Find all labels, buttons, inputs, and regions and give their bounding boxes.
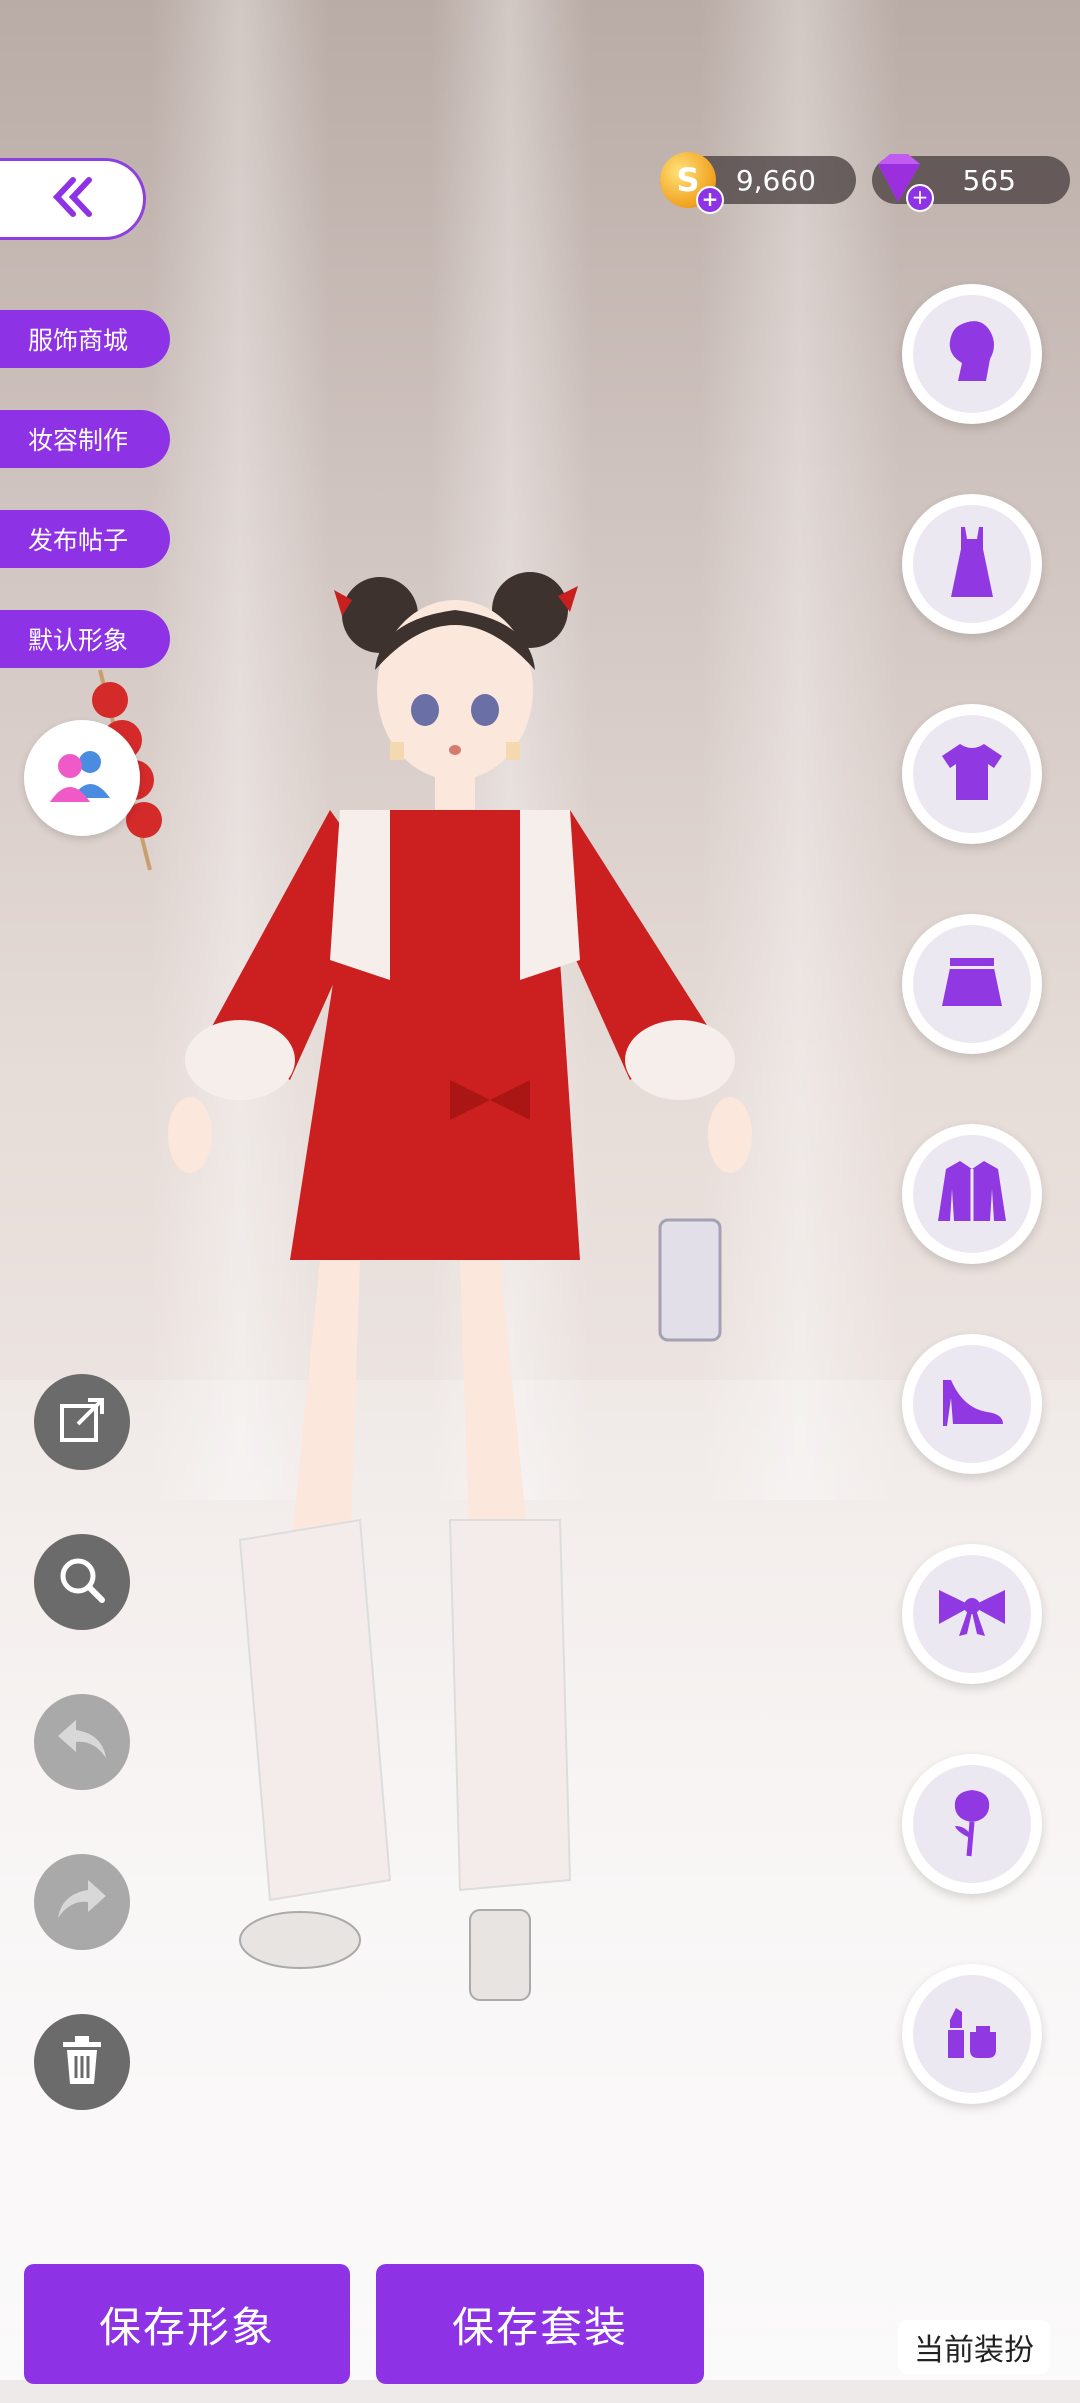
category-hair-button[interactable] bbox=[902, 284, 1042, 424]
zoom-button[interactable] bbox=[34, 1534, 130, 1630]
hair-icon bbox=[940, 317, 1004, 391]
trash-icon bbox=[59, 2034, 105, 2090]
gold-counter[interactable]: S + 9,660 bbox=[660, 152, 856, 214]
double-chevron-left-icon bbox=[49, 174, 95, 224]
redo-button[interactable] bbox=[34, 1854, 130, 1950]
category-handheld-button[interactable] bbox=[902, 1754, 1042, 1894]
fur-leg-warmer-right bbox=[448, 1519, 572, 1892]
save-outfit-button[interactable]: 保存套装 bbox=[376, 2264, 704, 2384]
gem-counter[interactable]: + 565 bbox=[872, 154, 1070, 212]
bow-icon bbox=[935, 1584, 1009, 1644]
side-menu-default-look-button[interactable]: 默认形象 bbox=[0, 610, 170, 668]
category-top-button[interactable] bbox=[902, 704, 1042, 844]
high-heel-icon bbox=[937, 1374, 1007, 1434]
skirt-icon bbox=[940, 954, 1004, 1014]
back-button[interactable] bbox=[0, 158, 146, 240]
gem-amount: 565 bbox=[962, 163, 1016, 197]
share-button[interactable] bbox=[34, 1374, 130, 1470]
side-menu-makeup-button[interactable]: 妆容制作 bbox=[0, 410, 170, 468]
diamond-icon: + bbox=[868, 150, 934, 213]
undo-button[interactable] bbox=[34, 1694, 130, 1790]
category-shoes-button[interactable] bbox=[902, 1334, 1042, 1474]
lipstick-icon bbox=[942, 2002, 1002, 2066]
tshirt-icon bbox=[940, 740, 1004, 808]
gold-coin-icon: S + bbox=[660, 152, 724, 214]
share-icon bbox=[56, 1394, 108, 1450]
undo-icon bbox=[54, 1716, 110, 1768]
category-dress-button[interactable] bbox=[902, 494, 1042, 634]
category-makeup-button[interactable] bbox=[902, 1964, 1042, 2104]
dress-icon bbox=[947, 525, 997, 603]
side-menu-post-button[interactable]: 发布帖子 bbox=[0, 510, 170, 568]
add-gems-icon: + bbox=[906, 184, 934, 212]
current-outfit-button[interactable]: 当前装扮 bbox=[898, 2320, 1050, 2374]
users-icon bbox=[44, 748, 120, 808]
rose-icon bbox=[947, 1786, 997, 1862]
delete-button[interactable] bbox=[34, 2014, 130, 2110]
handbag bbox=[658, 1218, 722, 1342]
side-menu-shop-button[interactable]: 服饰商城 bbox=[0, 310, 170, 368]
category-jacket-button[interactable] bbox=[902, 1124, 1042, 1264]
category-skirt-button[interactable] bbox=[902, 914, 1042, 1054]
category-accessory-button[interactable] bbox=[902, 1544, 1042, 1684]
friends-button[interactable] bbox=[24, 720, 140, 836]
jacket-icon bbox=[936, 1159, 1008, 1229]
gold-amount: 9,660 bbox=[735, 163, 816, 197]
character-avatar bbox=[92, 572, 752, 2001]
redo-icon bbox=[54, 1876, 110, 1928]
fur-leg-warmer-left bbox=[238, 1518, 392, 1902]
magnifier-icon bbox=[56, 1554, 108, 1610]
add-gold-icon: + bbox=[696, 186, 724, 214]
save-look-button[interactable]: 保存形象 bbox=[24, 2264, 350, 2384]
